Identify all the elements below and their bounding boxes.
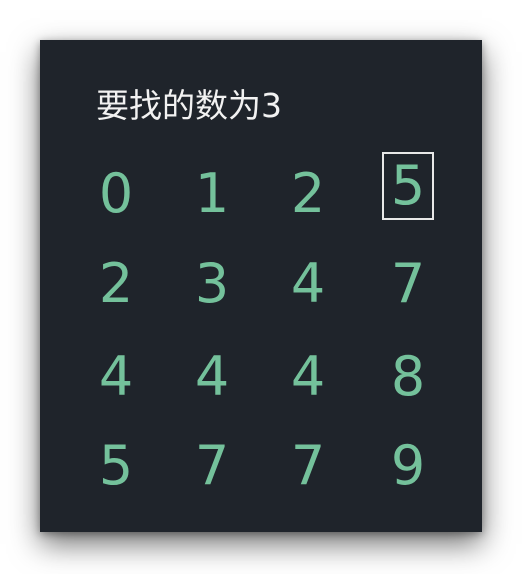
matrix-cell-r0-c0: 0 [98, 162, 134, 225]
matrix-panel: 要找的数为3 0 1 2 5 2 3 4 7 4 4 4 8 5 7 7 9 [40, 40, 482, 532]
matrix-cell-r3-c1: 7 [194, 434, 230, 497]
matrix-cell-r1-c1: 3 [194, 252, 230, 315]
number-matrix: 0 1 2 5 2 3 4 7 4 4 4 8 5 7 7 9 [40, 40, 482, 532]
matrix-cell-r0-c3-highlighted: 5 [382, 152, 434, 220]
matrix-cell-r1-c2: 4 [290, 252, 326, 315]
matrix-cell-r2-c0: 4 [98, 345, 134, 408]
matrix-cell-r0-c1: 1 [194, 162, 230, 225]
matrix-cell-r2-c2: 4 [290, 345, 326, 408]
matrix-cell-r1-c3: 7 [390, 252, 426, 315]
matrix-cell-r3-c0: 5 [98, 434, 134, 497]
matrix-cell-r3-c2: 7 [290, 434, 326, 497]
matrix-cell-r1-c0: 2 [98, 252, 134, 315]
matrix-cell-r2-c3: 8 [390, 345, 426, 408]
matrix-cell-r3-c3: 9 [390, 434, 426, 497]
matrix-cell-r0-c2: 2 [290, 162, 326, 225]
matrix-cell-r2-c1: 4 [194, 345, 230, 408]
